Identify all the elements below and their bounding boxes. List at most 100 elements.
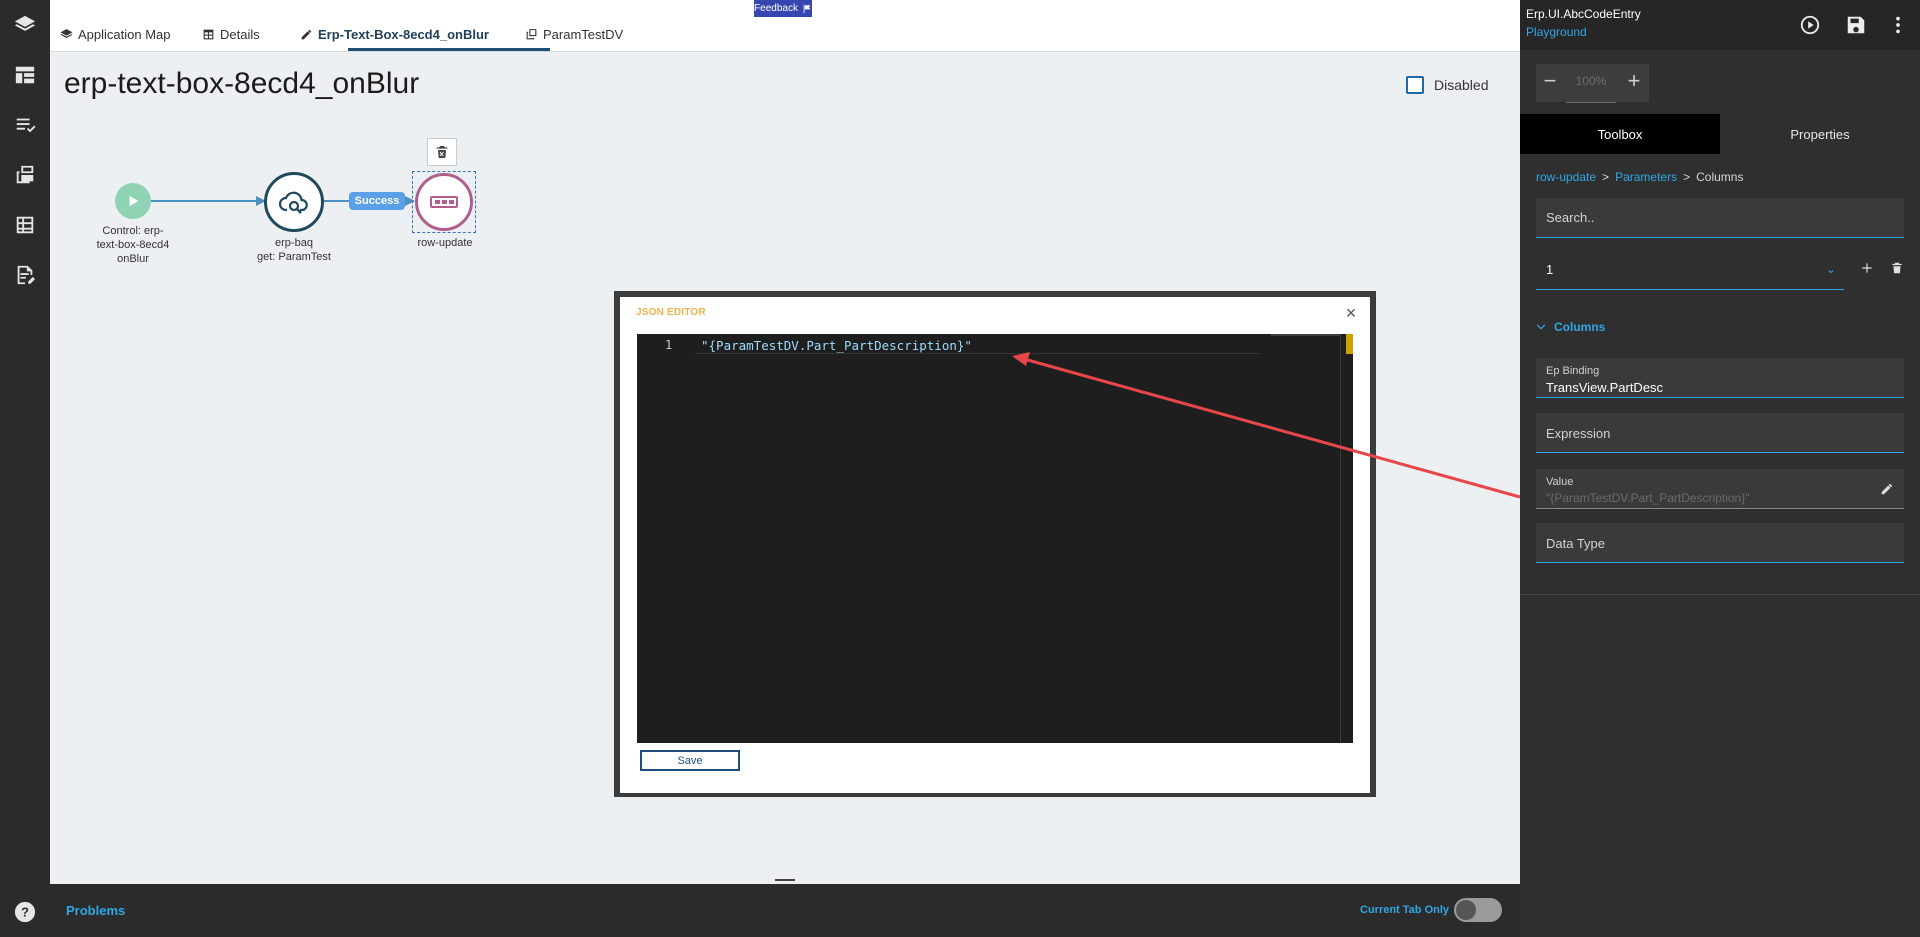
breadcrumb-separator: > [1602,170,1610,184]
label-line: get: ParamTest [257,251,331,263]
data-views-icon[interactable] [12,162,38,188]
tab-label: Application Map [78,26,171,42]
line-gutter: 1 [637,334,683,743]
tab-label: ParamTestDV [543,26,624,42]
pencil-icon[interactable] [1878,480,1896,498]
current-tab-only-label: Current Tab Only [1360,904,1450,916]
ep-binding-value: TransView.PartDesc [1546,380,1664,395]
tab-details[interactable]: Details [202,24,260,44]
minimap-slider[interactable] [1271,334,1341,336]
erp-baq-node[interactable] [264,172,324,232]
breadcrumb-separator: > [1683,170,1691,184]
tab-properties[interactable]: Properties [1720,114,1920,154]
checklist-icon[interactable] [12,112,38,138]
panel-header: Erp.UI.AbcCodeEntry Playground [1520,0,1920,50]
columns-section-header[interactable]: Columns [1536,320,1605,334]
breadcrumb-row-update[interactable]: row-update [1536,170,1596,184]
zoom-in-button[interactable]: + [1624,70,1644,94]
label-line: erp-baq [275,237,313,249]
value-field[interactable]: Value "{ParamTestDV.Part_PartDescription… [1536,469,1904,509]
divider [1520,594,1920,595]
success-badge: Success [349,192,405,210]
scrollbar[interactable] [1340,334,1341,743]
table-icon [203,29,214,39]
add-icon[interactable] [1858,259,1876,277]
problems-bar: Problems Current Tab Only [50,884,1520,937]
tab-label: Details [220,26,260,42]
active-tab-indicator [348,48,550,51]
value-label: Value [1546,476,1574,488]
ep-binding-field[interactable]: Ep Binding TransView.PartDesc [1536,358,1904,398]
delete-node-button[interactable] [427,138,457,166]
disabled-label: Disabled [1434,77,1489,93]
erp-baq-node-label: erp-baq get: ParamTest [244,236,344,264]
trash-icon[interactable] [1888,259,1906,277]
tab-toolbox[interactable]: Toolbox [1520,114,1720,154]
chevron-down-icon: ⌄ [1825,262,1836,276]
label-line: Control: erp- [102,225,164,237]
select-value: 1 [1546,262,1554,277]
expression-placeholder: Expression [1546,426,1611,441]
left-rail: ? [0,0,50,937]
save-icon[interactable] [1844,13,1868,37]
feedback-label: Feedback [754,3,798,14]
json-editor-title: JSON EDITOR [636,307,706,318]
zoom-value: 100% [1566,74,1616,103]
code-editor[interactable]: 1 "{ParamTestDV.Part_PartDescription}" [637,334,1353,743]
flag-icon [803,4,811,13]
breadcrumb: row-update > Parameters > Columns [1536,170,1743,184]
current-tab-only-toggle[interactable] [1454,898,1502,922]
layers-icon[interactable] [12,12,38,38]
disabled-checkbox-group[interactable]: Disabled [1406,76,1488,94]
zoom-control: − 100% + [1536,64,1649,103]
label-line: onBlur [117,253,149,265]
feedback-button[interactable]: Feedback [754,0,812,17]
more-vert-icon[interactable] [1886,13,1910,37]
section-label: Columns [1554,320,1606,334]
app-title: Erp.UI.AbcCodeEntry [1526,7,1641,21]
copy-icon [526,28,537,39]
layout-icon[interactable] [12,62,38,88]
search-placeholder: Search.. [1546,210,1595,225]
row-update-node-label: row-update [417,237,473,249]
search-input[interactable]: Search.. [1536,198,1904,238]
expression-field[interactable]: Expression [1536,413,1904,453]
overview-ruler-mark [1346,334,1353,354]
value-value: "{ParamTestDV.Part_PartDescription}" [1546,491,1750,505]
toggle-knob [1456,900,1476,920]
cloud-search-icon [278,191,308,214]
save-button[interactable]: Save [640,750,740,771]
layers-icon [60,28,73,38]
tab-paramtestdv[interactable]: ParamTestDV [525,24,623,44]
app-subtitle[interactable]: Playground [1526,25,1587,39]
resize-handle[interactable] [775,879,795,881]
code-line[interactable]: "{ParamTestDV.Part_PartDescription}" [701,338,972,353]
start-node[interactable] [115,183,151,219]
flow-connector [151,200,264,202]
label-line: text-box-8ecd4 [96,239,170,251]
grid-icon[interactable] [12,212,38,238]
breadcrumb-parameters[interactable]: Parameters [1615,170,1677,184]
svg-text:?: ? [21,905,29,920]
disabled-checkbox[interactable] [1406,76,1424,94]
ep-binding-label: Ep Binding [1546,365,1600,377]
run-icon[interactable] [1798,13,1822,37]
help-icon[interactable]: ? [12,899,38,925]
tab-erp-text-box-onblur[interactable]: Erp-Text-Box-8ecd4_onBlur [300,24,489,44]
data-type-field[interactable]: Data Type [1536,523,1904,563]
row-update-node[interactable] [415,173,473,231]
column-index-select[interactable]: 1 ⌄ [1536,252,1844,290]
start-node-label: Control: erp- text-box-8ecd4 onBlur [88,224,178,266]
page-title: erp-text-box-8ecd4_onBlur [64,67,420,100]
play-icon [129,195,139,207]
data-type-placeholder: Data Type [1546,536,1606,551]
trash-icon [436,146,448,158]
tab-label: Erp-Text-Box-8ecd4_onBlur [318,26,489,42]
close-icon[interactable]: × [1343,303,1359,323]
problems-label[interactable]: Problems [66,903,125,918]
document-edit-icon[interactable] [12,262,38,288]
row-icon [430,196,458,208]
zoom-out-button[interactable]: − [1540,70,1560,94]
tab-application-map[interactable]: Application Map [60,24,171,44]
right-panel: Erp.UI.AbcCodeEntry Playground − 100% + … [1520,0,1920,937]
